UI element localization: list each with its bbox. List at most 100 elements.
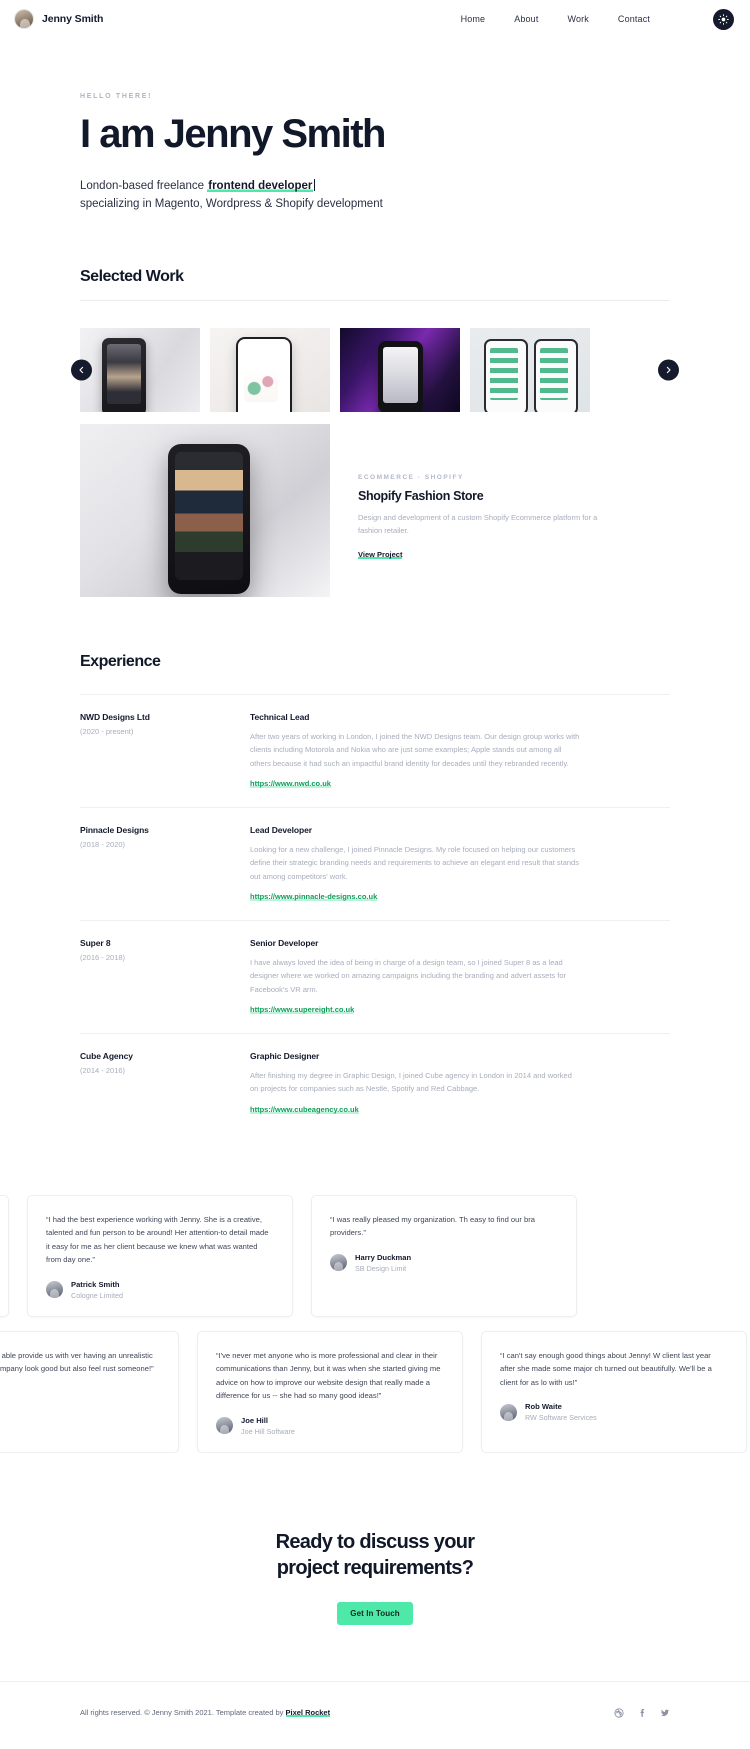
hero-sub-line2: specializing in Magento, Wordpress & Sho…	[80, 198, 383, 211]
view-project-link[interactable]: View Project	[358, 549, 403, 559]
experience-company-block: Super 8 (2016 - 2018)	[80, 938, 250, 1017]
experience-company: NWD Designs Ltd	[80, 711, 150, 722]
dribbble-icon[interactable]	[614, 1707, 624, 1718]
experience-link[interactable]: https://www.nwd.co.uk	[250, 778, 331, 788]
testimonial-quote: “I had the best experience working with …	[46, 1214, 269, 1265]
carousel-next-button[interactable]	[658, 359, 679, 381]
testimonial-quote: “I can't say enough good things about Je…	[500, 1350, 712, 1387]
featured-project-image[interactable]	[80, 423, 330, 597]
main-nav: Home About Work Contact	[461, 8, 734, 30]
experience-company: Pinnacle Designs	[80, 824, 149, 835]
theme-toggle-button[interactable]	[713, 8, 734, 30]
chevron-right-icon	[666, 366, 671, 374]
experience-detail-block: Graphic Designer After finishing my degr…	[250, 1051, 670, 1117]
testimonial-org: Joe Hill Software	[241, 1426, 295, 1436]
carousel-prev-button[interactable]	[71, 359, 92, 381]
testimonial-quote: “I was really pleased my organization. T…	[330, 1214, 535, 1238]
experience-years: (2020 - present)	[80, 726, 134, 736]
avatar	[46, 1281, 63, 1299]
experience-section: Experience NWD Designs Ltd (2020 - prese…	[0, 597, 750, 1133]
experience-role: Graphic Designer	[250, 1050, 320, 1061]
avatar	[500, 1403, 517, 1421]
experience-row: Cube Agency (2014 - 2016) Graphic Design…	[80, 1032, 670, 1133]
facebook-icon[interactable]	[637, 1708, 647, 1718]
brand[interactable]: Jenny Smith	[14, 9, 103, 29]
testimonial-name: Harry Duckman	[355, 1252, 412, 1262]
nav-item-contact[interactable]: Contact	[618, 14, 650, 24]
work-thumbnail-list	[80, 327, 670, 412]
hero-sub-highlight: frontend developer	[207, 179, 314, 192]
nav-item-home[interactable]: Home	[461, 14, 486, 24]
testimonial-card: “Jenny offered creative logos without pr…	[0, 1194, 9, 1317]
testimonial-org: RW Software Services	[525, 1413, 597, 1423]
site-footer: All rights reserved. © Jenny Smith 2021.…	[0, 1680, 750, 1744]
experience-detail-block: Senior Developer I have always loved the…	[250, 938, 670, 1017]
page-title: I am Jenny Smith	[80, 112, 386, 156]
testimonial-quote: “n to logos, she was able provide us wit…	[0, 1350, 154, 1374]
testimonial-card: “n to logos, she was able provide us wit…	[0, 1330, 179, 1453]
nav-item-work[interactable]: Work	[567, 14, 588, 24]
testimonial-name: Joe Hill	[241, 1415, 269, 1425]
twitter-icon[interactable]	[660, 1708, 670, 1718]
experience-detail-block: Lead Developer Looking for a new challen…	[250, 825, 670, 904]
experience-description: Looking for a new challenge, I joined Pi…	[250, 844, 579, 881]
avatar	[216, 1417, 233, 1435]
testimonial-quote: “I've never met anyone who is more profe…	[216, 1350, 441, 1401]
experience-years: (2018 - 2020)	[80, 839, 126, 849]
experience-row: Super 8 (2016 - 2018) Senior Developer I…	[80, 919, 670, 1033]
get-in-touch-button[interactable]: Get In Touch	[337, 1601, 413, 1625]
experience-row: NWD Designs Ltd (2020 - present) Technic…	[80, 693, 670, 807]
chat-lines-right	[540, 347, 568, 400]
experience-role: Lead Developer	[250, 824, 312, 835]
experience-company-block: NWD Designs Ltd (2020 - present)	[80, 712, 250, 791]
hero-subtitle: London-based freelance frontend develope…	[80, 177, 670, 214]
footer-socials	[614, 1707, 670, 1718]
experience-description: I have always loved the idea of being in…	[250, 957, 567, 994]
testimonial-author: Joe Hill Joe Hill Software	[216, 1416, 444, 1436]
chevron-left-icon	[79, 366, 84, 374]
experience-role: Senior Developer	[250, 937, 319, 948]
brand-name: Jenny Smith	[42, 13, 104, 25]
experience-list: NWD Designs Ltd (2020 - present) Technic…	[80, 693, 670, 1133]
featured-project-description: Design and development of a custom Shopi…	[358, 512, 598, 535]
experience-link[interactable]: https://www.pinnacle-designs.co.uk	[250, 891, 378, 901]
testimonial-name: Patrick Smith	[71, 1279, 120, 1289]
experience-link[interactable]: https://www.cubeagency.co.uk	[250, 1104, 359, 1114]
testimonial-row-2: “n to logos, she was able provide us wit…	[0, 1330, 750, 1453]
cta-title-line2: project requirements?	[276, 1557, 474, 1580]
work-thumbnail[interactable]	[80, 327, 200, 412]
hero-sub-prefix: London-based freelance	[80, 179, 208, 192]
experience-company-block: Cube Agency (2014 - 2016)	[80, 1051, 250, 1117]
selected-work-section: Selected Work ECOMMERCE · SHOPIFY Shopif…	[0, 214, 750, 597]
experience-company-block: Pinnacle Designs (2018 - 2020)	[80, 825, 250, 904]
typing-caret	[314, 178, 316, 191]
footer-copyright: All rights reserved. © Jenny Smith 2021.…	[80, 1708, 331, 1718]
experience-link[interactable]: https://www.supereight.co.uk	[250, 1004, 355, 1014]
chat-lines-left	[490, 347, 518, 400]
divider	[80, 299, 670, 301]
featured-project: ECOMMERCE · SHOPIFY Shopify Fashion Stor…	[80, 423, 670, 597]
site-header: Jenny Smith Home About Work Contact	[0, 0, 750, 38]
nav-item-about[interactable]: About	[514, 14, 538, 24]
work-thumbnail[interactable]	[470, 327, 590, 412]
testimonial-org: SB Design Limit	[355, 1263, 407, 1273]
testimonial-name: Rob Waite	[525, 1402, 562, 1412]
section-title-work: Selected Work	[80, 267, 184, 285]
work-thumbnail[interactable]	[340, 327, 460, 412]
cta-section: Ready to discuss your project requiremen…	[0, 1529, 750, 1681]
testimonial-card: “I've never met anyone who is more profe…	[197, 1330, 463, 1453]
hero-eyebrow: HELLO THERE!	[80, 93, 153, 100]
testimonials-section: “Jenny offered creative logos without pr…	[0, 1194, 750, 1453]
experience-description: After two years of working in London, I …	[250, 731, 580, 768]
work-thumbnail[interactable]	[210, 327, 330, 412]
testimonial-author: Patrick Smith Cologne Limited	[46, 1280, 274, 1300]
footer-credit-link[interactable]: Pixel Rocket	[285, 1708, 331, 1718]
avatar	[14, 9, 34, 29]
section-title-experience: Experience	[80, 652, 161, 670]
experience-role: Technical Lead	[250, 711, 310, 722]
testimonial-card: “I was really pleased my organization. T…	[311, 1194, 577, 1317]
cta-title-line1: Ready to discuss your	[275, 1530, 475, 1553]
featured-project-tags: ECOMMERCE · SHOPIFY	[358, 473, 464, 481]
experience-company: Cube Agency	[80, 1050, 133, 1061]
featured-project-body: ECOMMERCE · SHOPIFY Shopify Fashion Stor…	[330, 424, 600, 597]
